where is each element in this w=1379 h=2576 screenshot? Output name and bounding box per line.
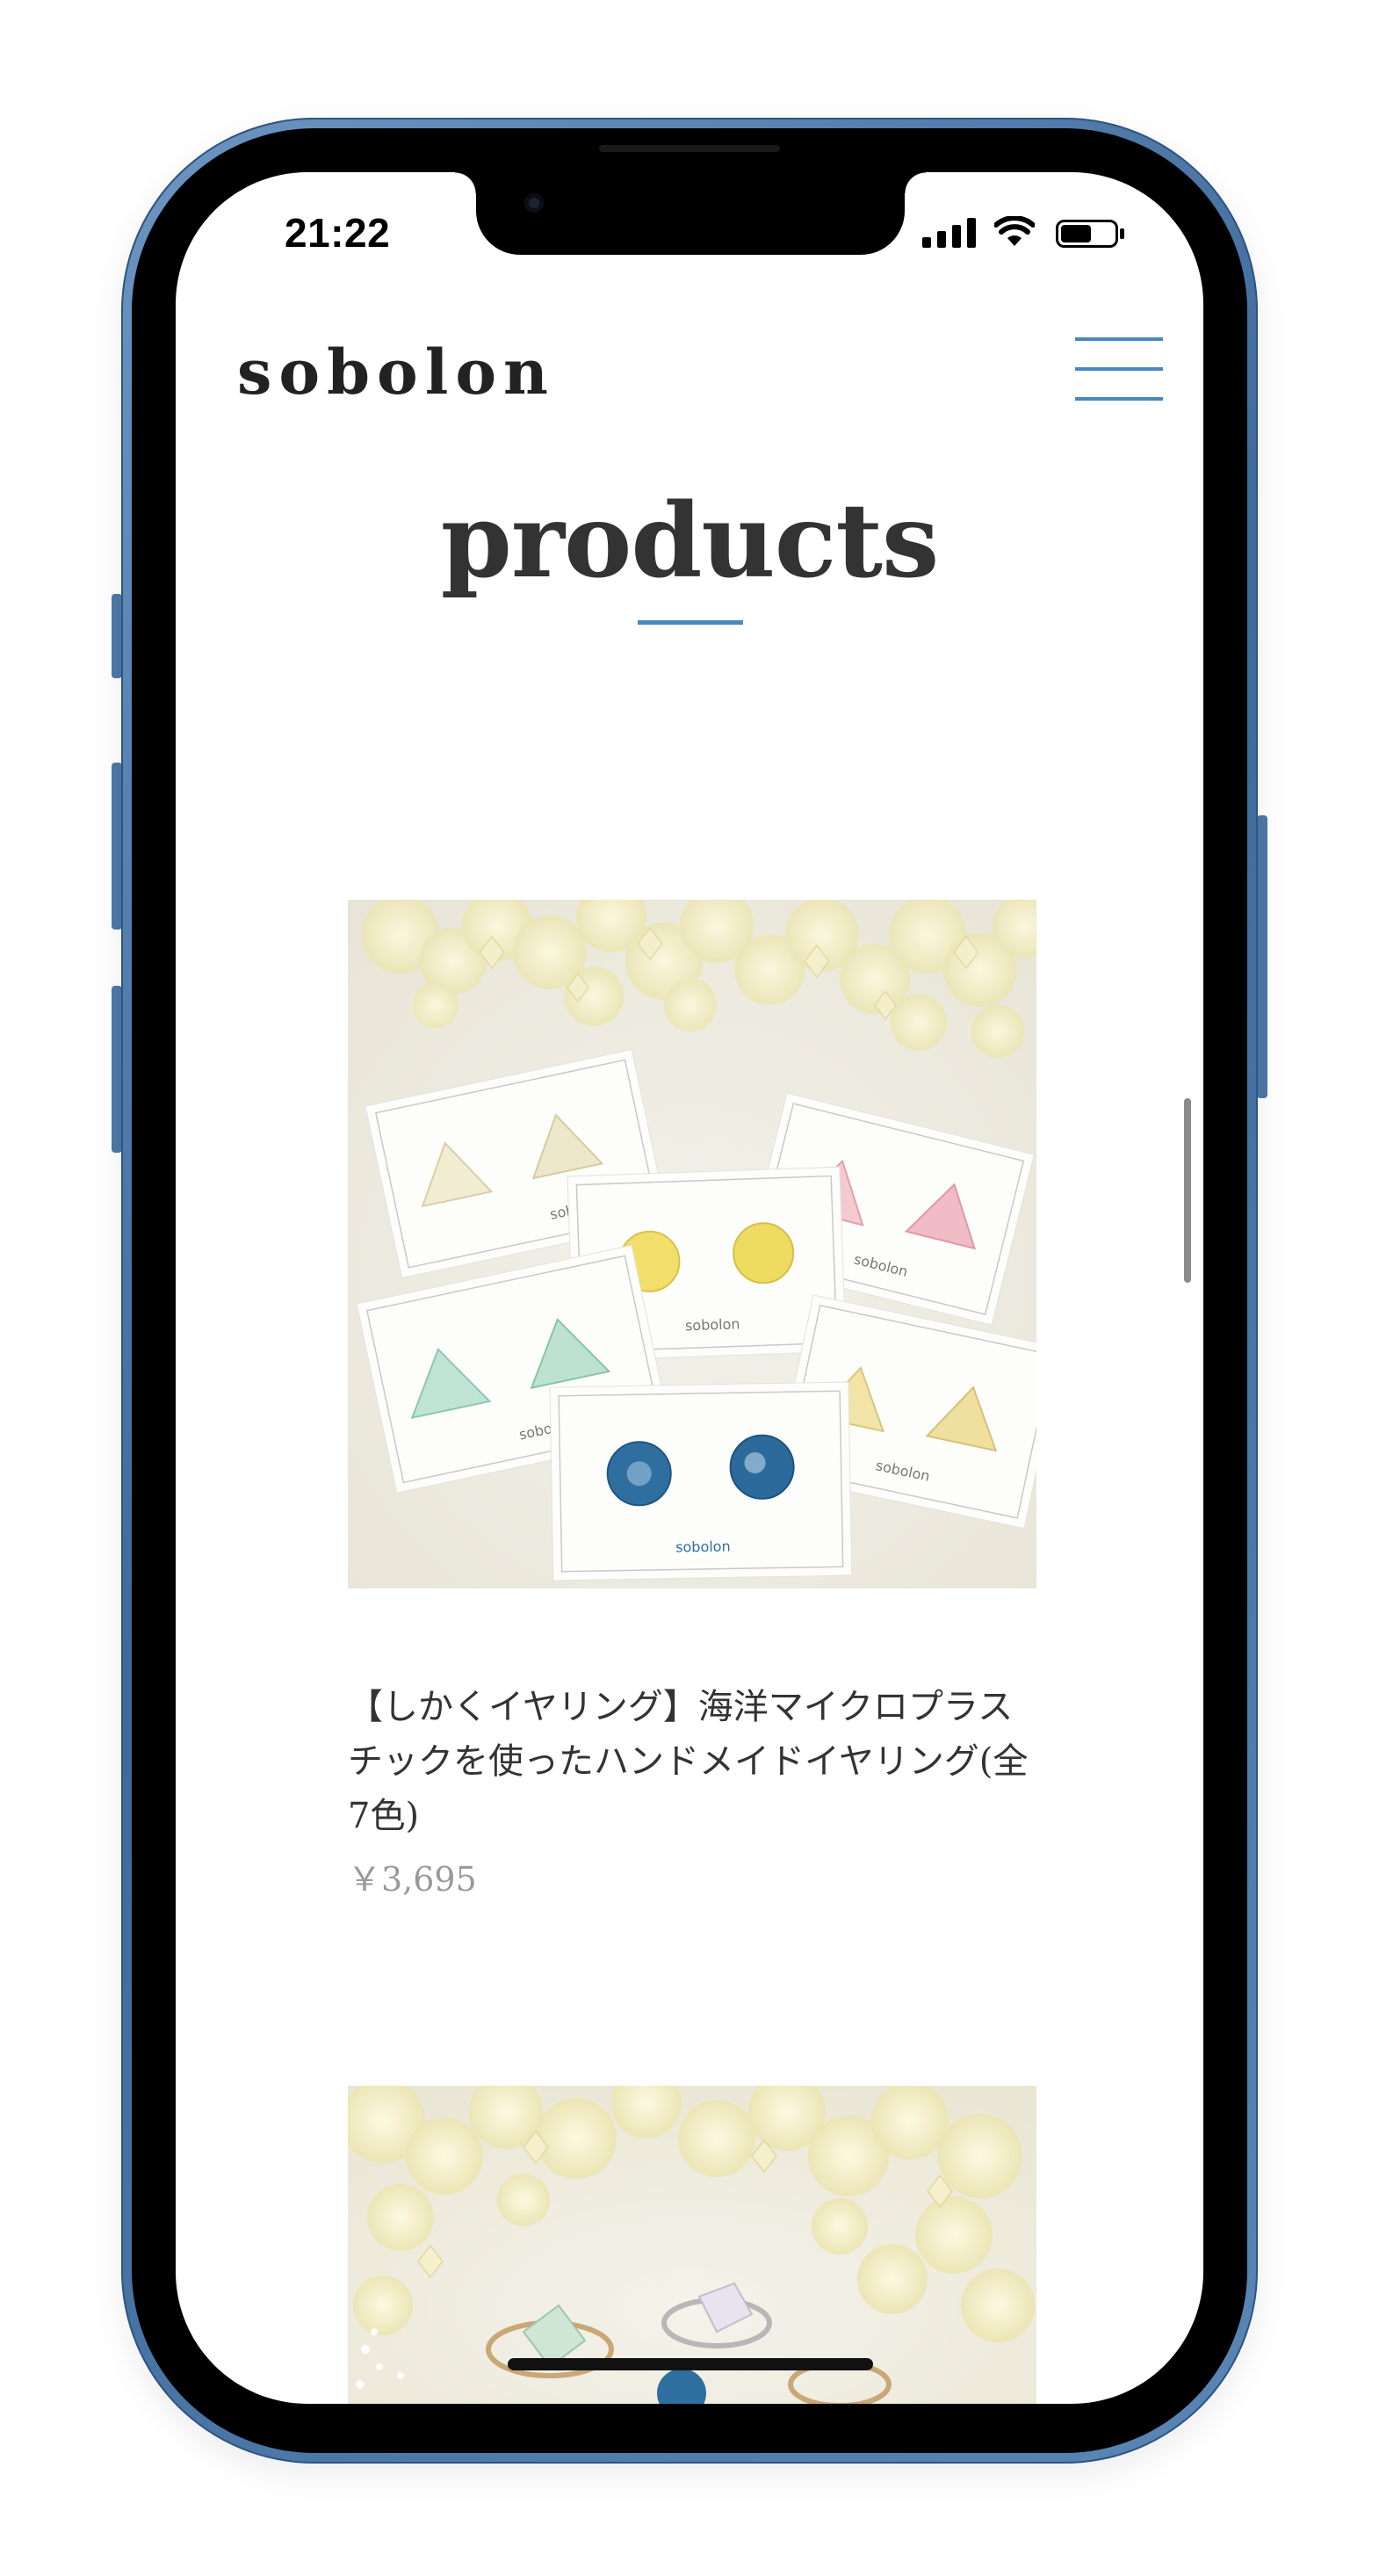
- product-card[interactable]: [348, 2086, 1036, 2404]
- earrings-photo: sobolon sobolon sobolon sobolon sobolon: [348, 900, 1036, 1588]
- menu-bar-bottom: [1075, 397, 1163, 401]
- brand-logo[interactable]: sobolon: [237, 336, 555, 409]
- svg-text:sobolon: sobolon: [675, 1538, 731, 1555]
- battery-icon: [1056, 220, 1124, 248]
- page-title: products: [440, 481, 940, 601]
- phone-screen: 21:22 sobolon products sobolon sobolon s…: [176, 172, 1203, 2404]
- product-name[interactable]: 【しかくイヤリング】海洋マイクロプラスチックを使ったハンドメイドイヤリング(全7…: [348, 1680, 1036, 1843]
- wifi-icon: [994, 216, 1035, 246]
- product-card[interactable]: sobolon sobolon sobolon sobolon sobolon …: [348, 900, 1036, 1910]
- status-icons: [922, 213, 1133, 251]
- svg-text:sobolon: sobolon: [685, 1315, 740, 1334]
- scroll-indicator[interactable]: [1184, 1098, 1191, 1283]
- hamburger-menu-icon[interactable]: [1075, 337, 1163, 404]
- product-price: ￥3,695: [348, 1860, 477, 1899]
- earpiece-speaker: [599, 145, 780, 152]
- menu-bar-middle: [1075, 367, 1163, 371]
- rings-photo: [348, 2086, 1036, 2404]
- product-image[interactable]: sobolon sobolon sobolon sobolon sobolon: [348, 900, 1036, 1588]
- power-button: [1257, 815, 1267, 1098]
- screenshot-stage: 21:22 sobolon products sobolon sobolon s…: [0, 0, 1379, 2576]
- home-indicator[interactable]: [508, 2358, 873, 2370]
- notch: [455, 172, 926, 255]
- title-underline: [638, 620, 743, 625]
- front-camera: [524, 193, 544, 213]
- product-image[interactable]: [348, 2086, 1036, 2404]
- cellular-signal-icon: [922, 218, 976, 248]
- menu-bar-top: [1075, 337, 1163, 341]
- status-time: 21:22: [285, 210, 391, 256]
